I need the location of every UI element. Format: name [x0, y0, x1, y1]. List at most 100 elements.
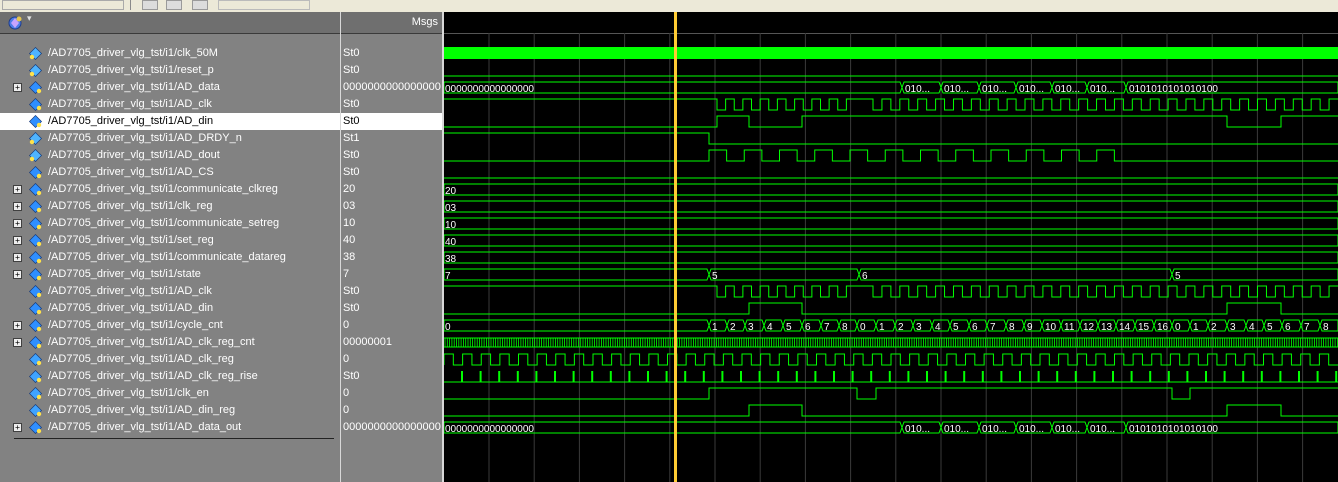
bus-value-label: 16 [1157, 322, 1169, 333]
signal-row[interactable]: /AD7705_driver_vlg_tst/i1/AD_DRDY_n [0, 130, 340, 147]
waveform-pulse [647, 371, 649, 382]
value-row[interactable]: 40 [341, 232, 442, 249]
chevron-down-icon[interactable]: ▾ [27, 14, 32, 24]
expand-icon[interactable]: + [13, 185, 22, 194]
value-row[interactable]: St1 [341, 130, 442, 147]
value-row[interactable]: St0 [341, 300, 442, 317]
bus-value-label: 010... [1090, 84, 1115, 95]
bus-value-label: 1 [879, 322, 885, 333]
value-row[interactable]: St0 [341, 164, 442, 181]
value-row[interactable]: St0 [341, 368, 442, 385]
signal-value: 40 [343, 234, 356, 246]
waveform-pulse [814, 371, 817, 382]
signal-row[interactable]: + /AD7705_driver_vlg_tst/i1/communicate_s… [0, 215, 340, 232]
signal-row[interactable]: /AD7705_driver_vlg_tst/i1/AD_clk_reg [0, 351, 340, 368]
bus-segment [708, 268, 860, 281]
value-row[interactable]: 00000001 [341, 334, 442, 351]
value-row[interactable]: 0 [341, 351, 442, 368]
value-row[interactable]: 0 [341, 402, 442, 419]
waveform-pulse [926, 371, 928, 382]
signal-row[interactable]: + /AD7705_driver_vlg_tst/i1/AD_clk_reg_cn… [0, 334, 340, 351]
wave-format-icon[interactable] [7, 14, 24, 31]
waveform-pulse [1000, 371, 1003, 382]
waveform-pulse [795, 371, 798, 382]
signal-row[interactable]: + /AD7705_driver_vlg_tst/i1/communicate_c… [0, 181, 340, 198]
signal-name: /AD7705_driver_vlg_tst/i1/AD_data [48, 81, 220, 93]
waveform-pulse [554, 371, 556, 382]
expand-icon[interactable]: + [13, 423, 22, 432]
expand-icon[interactable]: + [13, 253, 22, 262]
value-row[interactable]: 7 [341, 266, 442, 283]
signal-name: /AD7705_driver_vlg_tst/i1/reset_p [48, 64, 214, 76]
signal-row[interactable]: + /AD7705_driver_vlg_tst/i1/communicate_d… [0, 249, 340, 266]
signal-row[interactable]: /AD7705_driver_vlg_tst/i1/AD_din [0, 300, 340, 317]
waveform-trace [444, 285, 1338, 298]
waveform-pulse [1205, 371, 1207, 382]
signal-row[interactable]: + /AD7705_driver_vlg_tst/i1/AD_data [0, 79, 340, 96]
value-row[interactable]: St0 [341, 96, 442, 113]
waveform-pulse [1056, 371, 1059, 382]
expand-icon[interactable]: + [13, 202, 22, 211]
expand-icon[interactable]: + [13, 270, 22, 279]
signal-row[interactable]: + /AD7705_driver_vlg_tst/i1/set_reg [0, 232, 340, 249]
waveform-trace [444, 149, 1338, 162]
value-row[interactable]: 0000000000000000 [341, 419, 442, 436]
signal-row[interactable]: /AD7705_driver_vlg_tst/i1/AD_din_reg [0, 402, 340, 419]
names-header: ▾ [0, 12, 340, 34]
waveform-pulse [516, 371, 519, 382]
expand-icon[interactable]: + [13, 236, 22, 245]
waveform-pulse [907, 371, 910, 382]
signal-value: St0 [343, 98, 360, 110]
value-row[interactable]: St0 [341, 147, 442, 164]
signal-row[interactable]: /AD7705_driver_vlg_tst/i1/AD_clk [0, 283, 340, 300]
expand-icon[interactable]: + [13, 338, 22, 347]
signal-row[interactable]: /AD7705_driver_vlg_tst/i1/reset_p [0, 62, 340, 79]
bus-value-label: 5 [953, 322, 959, 333]
bus-signal-icon [29, 217, 42, 230]
signal-row[interactable]: /AD7705_driver_vlg_tst/i1/AD_clk_reg_ris… [0, 368, 340, 385]
waveform-pulse [1223, 371, 1226, 382]
waveform-canvas[interactable]: 0000000000000000 010... 010... 010... 010...… [444, 12, 1338, 482]
signal-row[interactable]: /AD7705_driver_vlg_tst/i1/AD_CS [0, 164, 340, 181]
bus-signal-icon [29, 200, 42, 213]
signal-row[interactable]: /AD7705_driver_vlg_tst/i1/AD_din [0, 113, 340, 130]
cursor-tool-icon[interactable] [218, 0, 310, 10]
signal-row[interactable]: /AD7705_driver_vlg_tst/i1/clk_50M [0, 45, 340, 62]
signal-row[interactable]: + /AD7705_driver_vlg_tst/i1/clk_reg [0, 198, 340, 215]
bus-segment [444, 268, 710, 281]
signal-row[interactable]: /AD7705_driver_vlg_tst/i1/clk_en [0, 385, 340, 402]
bus-value-label: 3 [748, 322, 754, 333]
bus-value-label: 15 [1138, 322, 1150, 333]
bus-value-label: 7 [1304, 322, 1310, 333]
expand-icon[interactable]: + [13, 321, 22, 330]
toolbar-button[interactable] [2, 0, 124, 10]
value-row[interactable]: 0000000000000000 [341, 79, 442, 96]
value-row[interactable]: 20 [341, 181, 442, 198]
signal-row[interactable]: + /AD7705_driver_vlg_tst/i1/cycle_cnt [0, 317, 340, 334]
expand-icon[interactable]: + [13, 219, 22, 228]
value-row[interactable]: St0 [341, 283, 442, 300]
signal-row[interactable]: /AD7705_driver_vlg_tst/i1/AD_clk [0, 96, 340, 113]
zoom-full-icon[interactable] [192, 0, 208, 10]
expand-icon[interactable]: + [13, 83, 22, 92]
bus-value-label: 0 [445, 322, 451, 333]
signal-value: St0 [343, 302, 360, 314]
value-row[interactable]: 38 [341, 249, 442, 266]
zoom-in-icon[interactable] [142, 0, 158, 10]
bus-value-label: 1 [712, 322, 718, 333]
signal-row[interactable]: + /AD7705_driver_vlg_tst/i1/AD_data_out [0, 419, 340, 436]
waveform-panel[interactable]: 0000000000000000 010... 010... 010... 010...… [444, 12, 1338, 482]
bus-value-label: 7 [824, 322, 830, 333]
value-row[interactable]: St0 [341, 45, 442, 62]
value-row[interactable]: 0 [341, 385, 442, 402]
zoom-out-icon[interactable] [166, 0, 182, 10]
value-row[interactable]: St0 [341, 113, 442, 130]
value-row[interactable]: 0 [341, 317, 442, 334]
signal-row[interactable]: + /AD7705_driver_vlg_tst/i1/state [0, 266, 340, 283]
signal-row[interactable]: /AD7705_driver_vlg_tst/i1/AD_dout [0, 147, 340, 164]
value-row[interactable]: 10 [341, 215, 442, 232]
value-row[interactable]: 03 [341, 198, 442, 215]
bus-value-label: 9 [1027, 322, 1033, 333]
signal-name: /AD7705_driver_vlg_tst/i1/AD_DRDY_n [48, 132, 242, 144]
value-row[interactable]: St0 [341, 62, 442, 79]
